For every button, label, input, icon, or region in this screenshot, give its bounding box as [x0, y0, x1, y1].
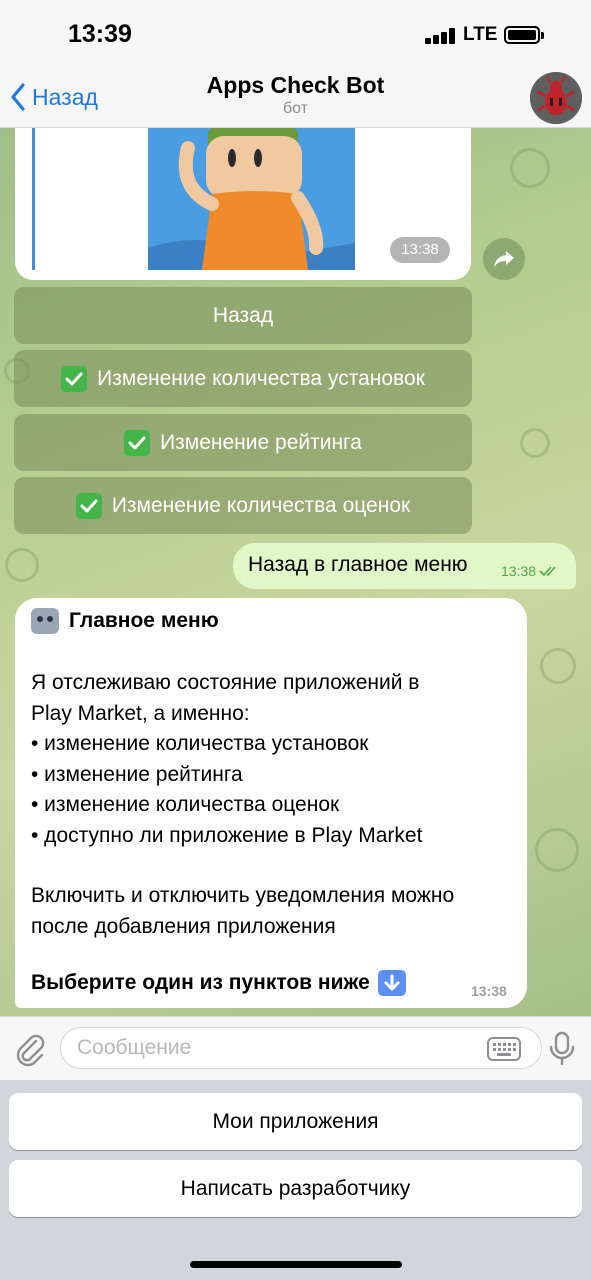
chat-subtitle: бот [282, 100, 309, 117]
main-menu-time: 13:38 [471, 983, 507, 999]
home-indicator[interactable] [190, 1261, 402, 1268]
inline-button-rating[interactable]: Изменение рейтинга [14, 414, 472, 471]
main-menu-footer: Выберите один из пунктов ниже [31, 970, 406, 996]
bullet-item: • изменение рейтинга [31, 762, 243, 786]
status-time: 13:39 [68, 20, 132, 48]
reply-button-label: Мои приложения [212, 1109, 379, 1133]
body-line: Я отслеживаю состояние приложений в [31, 671, 420, 694]
check-mark-icon [61, 365, 88, 392]
app-preview-image[interactable] [148, 128, 355, 270]
inline-button-label: Изменение количества установок [97, 366, 425, 390]
main-menu-message[interactable]: Главное меню Я отслеживаю состояние прил… [15, 598, 527, 1008]
outgoing-message-text: Назад в главное меню [248, 553, 468, 576]
main-menu-heading: Главное меню [31, 608, 219, 634]
down-arrow-icon [377, 970, 406, 996]
share-arrow-icon [494, 251, 514, 268]
footer-text: Выберите один из пунктов ниже [31, 971, 370, 994]
bot-avatar[interactable] [530, 72, 582, 124]
body-line: Включить и отключить уведомления можно [31, 884, 455, 907]
outgoing-message[interactable]: Назад в главное меню 13:38 [233, 543, 576, 589]
bullet-item: • изменение количества оценок [31, 793, 340, 816]
image-time-pill: 13:38 [390, 237, 450, 263]
robot-bug-icon [530, 72, 582, 124]
double-check-icon [539, 566, 556, 577]
inline-button-ratings-count[interactable]: Изменение количества оценок [14, 477, 472, 534]
main-menu-body: Я отслеживаю состояние приложений в Play… [31, 668, 521, 942]
inline-button-label: Назад [212, 303, 274, 327]
composer-bar [0, 1016, 591, 1080]
contact-developer-button[interactable]: Написать разработчику [9, 1160, 582, 1217]
chat-title[interactable]: Apps Check Bot [0, 72, 591, 99]
inline-button-label: Изменение количества оценок [111, 493, 411, 517]
message-input[interactable] [60, 1027, 542, 1069]
microphone-icon[interactable] [548, 1031, 576, 1067]
chat-header: Назад Apps Check Bot бот [0, 70, 591, 128]
inline-button-label: Изменение рейтинга [160, 430, 362, 454]
outgoing-message-meta: 13:38 [501, 563, 561, 579]
signal-icon [425, 28, 457, 44]
inline-button-installs[interactable]: Изменение количества установок [14, 350, 472, 407]
forward-button[interactable] [483, 238, 525, 280]
body-line: после добавления приложения [31, 914, 336, 938]
quote-bar [32, 128, 35, 270]
check-mark-icon [75, 492, 102, 519]
paperclip-icon[interactable] [12, 1031, 48, 1067]
robot-face-icon [31, 608, 59, 634]
check-mark-icon [124, 429, 151, 456]
bullet-item: • изменение количества установок [31, 732, 369, 755]
bullet-item: • доступно ли приложение в Play Market [31, 823, 423, 847]
body-line: Play Market, а именно: [31, 701, 250, 725]
outgoing-message-time: 13:38 [501, 563, 537, 579]
reply-keyboard: Мои приложения Написать разработчику [0, 1080, 591, 1280]
keyboard-icon[interactable] [487, 1037, 521, 1061]
my-apps-button[interactable]: Мои приложения [9, 1093, 582, 1150]
reply-button-label: Написать разработчику [180, 1176, 411, 1200]
main-menu-title: Главное меню [69, 609, 219, 632]
inline-button-back[interactable]: Назад [14, 287, 472, 344]
battery-icon [504, 26, 544, 44]
status-bar: 13:39 LTE [0, 0, 591, 70]
network-type: LTE [463, 24, 498, 45]
